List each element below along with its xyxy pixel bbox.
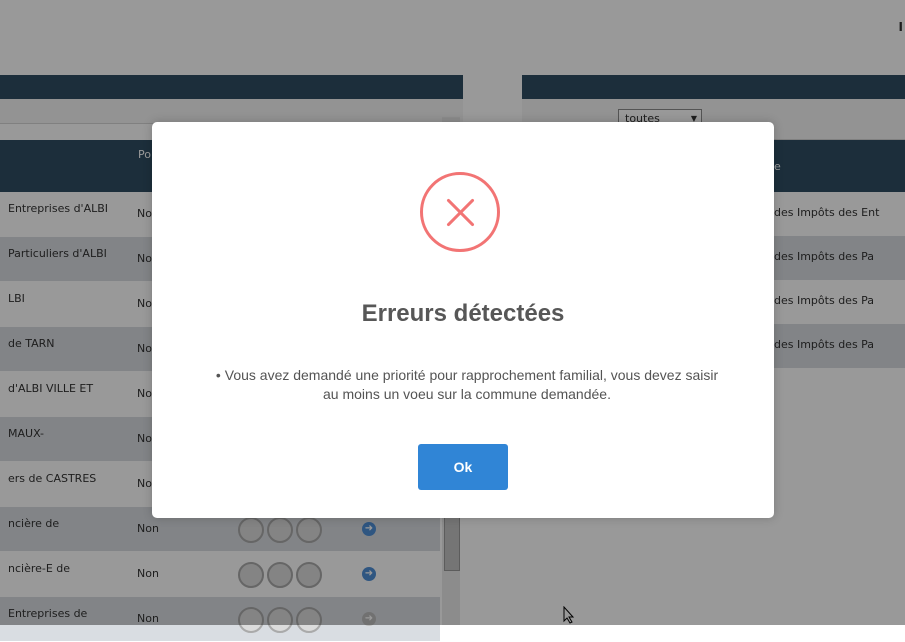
dialog-title: Erreurs détectées (361, 300, 565, 327)
message-text: Vous avez demandé une priorité pour rapp… (224, 367, 719, 402)
ok-button[interactable]: Ok (418, 444, 508, 490)
error-x-icon (420, 172, 500, 252)
dialog-message: • Vous avez demandé une priorité pour rap… (212, 366, 722, 404)
error-dialog: Erreurs détectées • Vous avez demandé une… (152, 122, 774, 518)
message-bullet: • (215, 367, 221, 383)
